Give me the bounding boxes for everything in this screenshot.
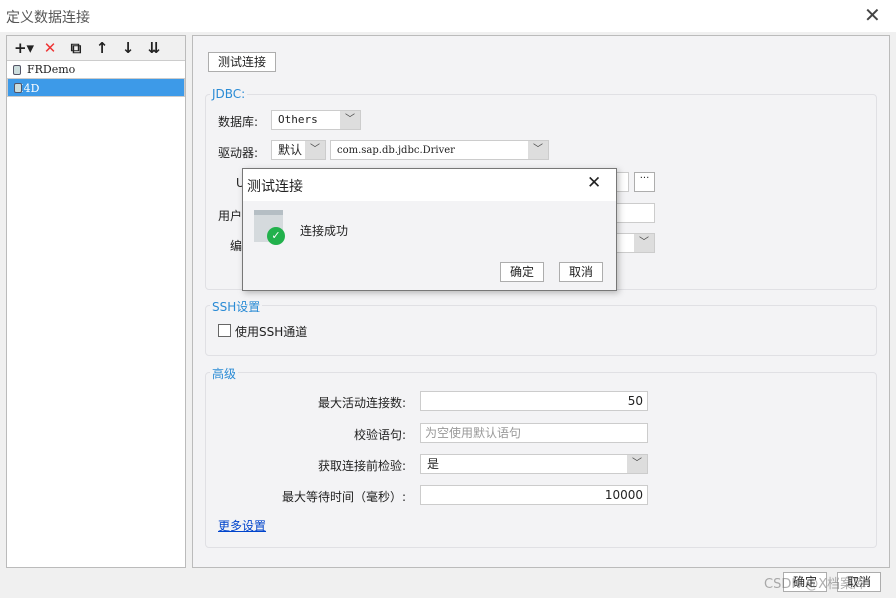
driver-select[interactable]: com.sap.db.jdbc.Driver ﹀ [330, 140, 549, 160]
close-icon[interactable]: ✕ [864, 3, 881, 27]
check-icon: ✓ [267, 227, 285, 245]
chevron-down-icon: ﹀ [634, 234, 654, 252]
close-icon[interactable]: ✕ [587, 173, 601, 193]
user-label: 用户 [218, 209, 243, 223]
dialog-ok-button[interactable]: 确定 [500, 262, 544, 282]
database-icon [13, 65, 21, 75]
more-settings-link[interactable]: 更多设置 [218, 517, 266, 534]
ok-button[interactable]: 确定 [783, 572, 827, 592]
encoding-label: 编 [230, 239, 243, 253]
chevron-down-icon: ﹀ [340, 111, 360, 129]
dialog-title: 测试连接 [247, 179, 303, 195]
database-icon [14, 83, 22, 93]
move-down-icon[interactable]: ↓ [117, 39, 139, 57]
max-active-label: 最大活动连接数: [317, 396, 406, 410]
ssh-checkbox[interactable] [218, 324, 231, 337]
group-label: 高级 [210, 365, 239, 382]
delete-icon[interactable]: ✕ [39, 39, 61, 57]
copy-icon[interactable]: ⧉ [65, 39, 87, 57]
chevron-down-icon: ﹀ [627, 455, 647, 473]
connection-settings: 测试连接 JDBC: 数据库: Others ﹀ 驱动器: 默认 ﹀ com.sap… [192, 35, 890, 568]
group-label: SSH设置 [210, 298, 263, 315]
dialog-cancel-button[interactable]: 取消 [559, 262, 603, 282]
cancel-button[interactable]: 取消 [837, 572, 881, 592]
connection-toolbar: +▾ ✕ ⧉ ↑ ↓ ⇊ [7, 36, 185, 60]
list-item[interactable]: H4D [7, 78, 185, 97]
test-before-label: 获取连接前检验: [317, 459, 406, 473]
driver-label: 驱动器: [218, 146, 259, 160]
connection-success-icon: ✓ [254, 210, 285, 245]
add-icon[interactable]: +▾ [13, 39, 35, 57]
database-label: 数据库: [218, 115, 259, 129]
dialog-title-bar: 测试连接 ✕ [243, 169, 616, 201]
url-more-button[interactable]: ··· [634, 172, 655, 192]
connection-list: FRDemo H4D [7, 60, 185, 567]
chevron-down-icon: ﹀ [305, 141, 325, 159]
connection-panel: +▾ ✕ ⧉ ↑ ↓ ⇊ FRDemo H4D [6, 35, 186, 568]
validation-input[interactable]: 为空使用默认语句 [420, 423, 648, 443]
test-connection-button[interactable]: 测试连接 [208, 52, 276, 72]
title-bar: 定义数据连接 ✕ [0, 0, 896, 32]
window-title: 定义数据连接 [6, 10, 90, 26]
select-value: 是 [427, 457, 440, 471]
select-value: com.sap.db.jdbc.Driver [337, 145, 455, 156]
chevron-down-icon: ﹀ [528, 141, 548, 159]
database-select[interactable]: Others ﹀ [271, 110, 361, 130]
select-value: Others [278, 113, 318, 126]
dialog-message: 连接成功 [300, 224, 349, 238]
sort-icon[interactable]: ⇊ [143, 39, 165, 57]
connection-name: FRDemo [27, 63, 76, 76]
list-item[interactable]: FRDemo [7, 61, 185, 78]
max-active-input[interactable]: 50 [420, 391, 648, 411]
max-wait-label: 最大等待时间（毫秒）: [281, 490, 406, 504]
ssh-group: SSH设置 使用SSH通道 [205, 298, 877, 356]
driver-mode-select[interactable]: 默认 ﹀ [271, 140, 326, 160]
test-connection-dialog: 测试连接 ✕ ✓ 连接成功 确定 取消 [242, 168, 617, 291]
advanced-group: 高级 最大活动连接数: 50 校验语句: 为空使用默认语句 获取连接前检验: 是… [205, 365, 877, 548]
group-label: JDBC: [210, 87, 248, 101]
ssh-checkbox-label: 使用SSH通道 [235, 325, 308, 339]
validation-label: 校验语句: [353, 428, 406, 442]
max-wait-input[interactable]: 10000 [420, 485, 648, 505]
select-value: 默认 [278, 143, 303, 157]
move-up-icon[interactable]: ↑ [91, 39, 113, 57]
test-before-select[interactable]: 是 ﹀ [420, 454, 648, 474]
